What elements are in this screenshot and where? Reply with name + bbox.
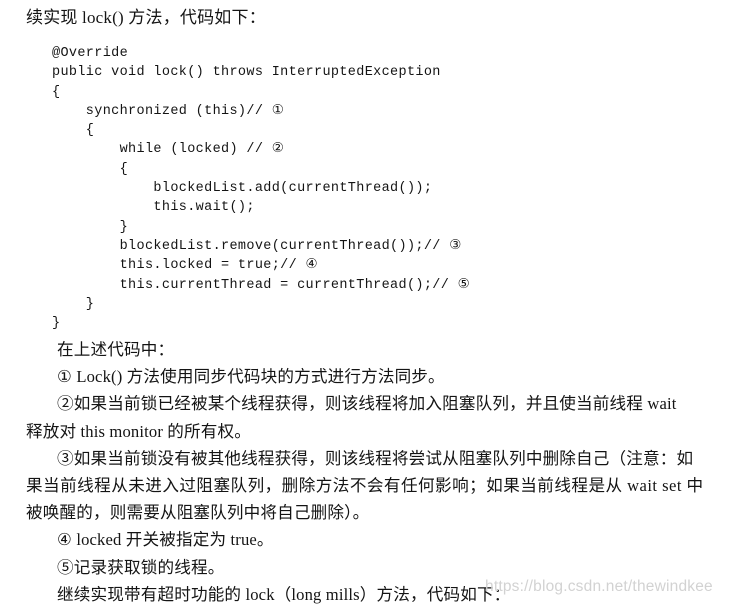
body-line: 被唤醒的，则需要从阻塞队列中将自己删除）。 bbox=[26, 503, 370, 523]
csdn-watermark: https://blog.csdn.net/thewindkee bbox=[485, 578, 713, 595]
code-line: } bbox=[52, 219, 129, 235]
code-line: blockedList.remove(currentThread());// ③ bbox=[52, 238, 462, 254]
code-line: this.locked = true;// ④ bbox=[52, 258, 318, 274]
body-line-item-5: ⑤记录获取锁的线程。 bbox=[57, 557, 225, 577]
code-line: } bbox=[52, 316, 61, 332]
body-line: 释放对 this monitor 的所有权。 bbox=[26, 421, 252, 441]
body-line-item-3: ③如果当前锁没有被其他线程获得，则该线程将尝试从阻塞队列中删除自己（注意：如 bbox=[57, 448, 694, 468]
body-line-item-2: ②如果当前锁已经被某个线程获得，则该线程将加入阻塞队列，并且使当前线程 wait bbox=[57, 394, 677, 414]
body-line: 在上述代码中： bbox=[57, 340, 175, 359]
code-listing: @Override public void lock() throws Inte… bbox=[52, 44, 470, 333]
code-line: public void lock() throws InterruptedExc… bbox=[52, 65, 441, 81]
body-line: 果当前线程从未进入过阻塞队列，删除方法不会有任何影响；如果当前线程是从 wait… bbox=[26, 475, 704, 495]
intro-paragraph: 续实现 lock() 方法，代码如下： bbox=[26, 8, 266, 27]
code-line: this.currentThread = currentThread();// … bbox=[52, 277, 471, 293]
code-line: { bbox=[52, 123, 95, 139]
body-line-item-1: ① Lock() 方法使用同步代码块的方式进行方法同步。 bbox=[57, 367, 445, 387]
body-line-item-4: ④ locked 开关被指定为 true。 bbox=[57, 530, 274, 550]
code-line: while (locked) // ② bbox=[52, 142, 285, 158]
explanation-body: 在上述代码中： ① Lock() 方法使用同步代码块的方式进行方法同步。 ②如果… bbox=[26, 336, 726, 608]
code-line: { bbox=[52, 161, 129, 177]
code-line: blockedList.add(currentThread()); bbox=[52, 181, 433, 197]
code-line: } bbox=[52, 296, 95, 312]
code-line: synchronized (this)// ① bbox=[52, 103, 285, 119]
scanned-book-page: 续实现 lock() 方法，代码如下： @Override public voi… bbox=[0, 0, 735, 611]
code-line: this.wait(); bbox=[52, 200, 255, 216]
code-line: @Override bbox=[52, 46, 129, 61]
code-line: { bbox=[52, 84, 61, 100]
